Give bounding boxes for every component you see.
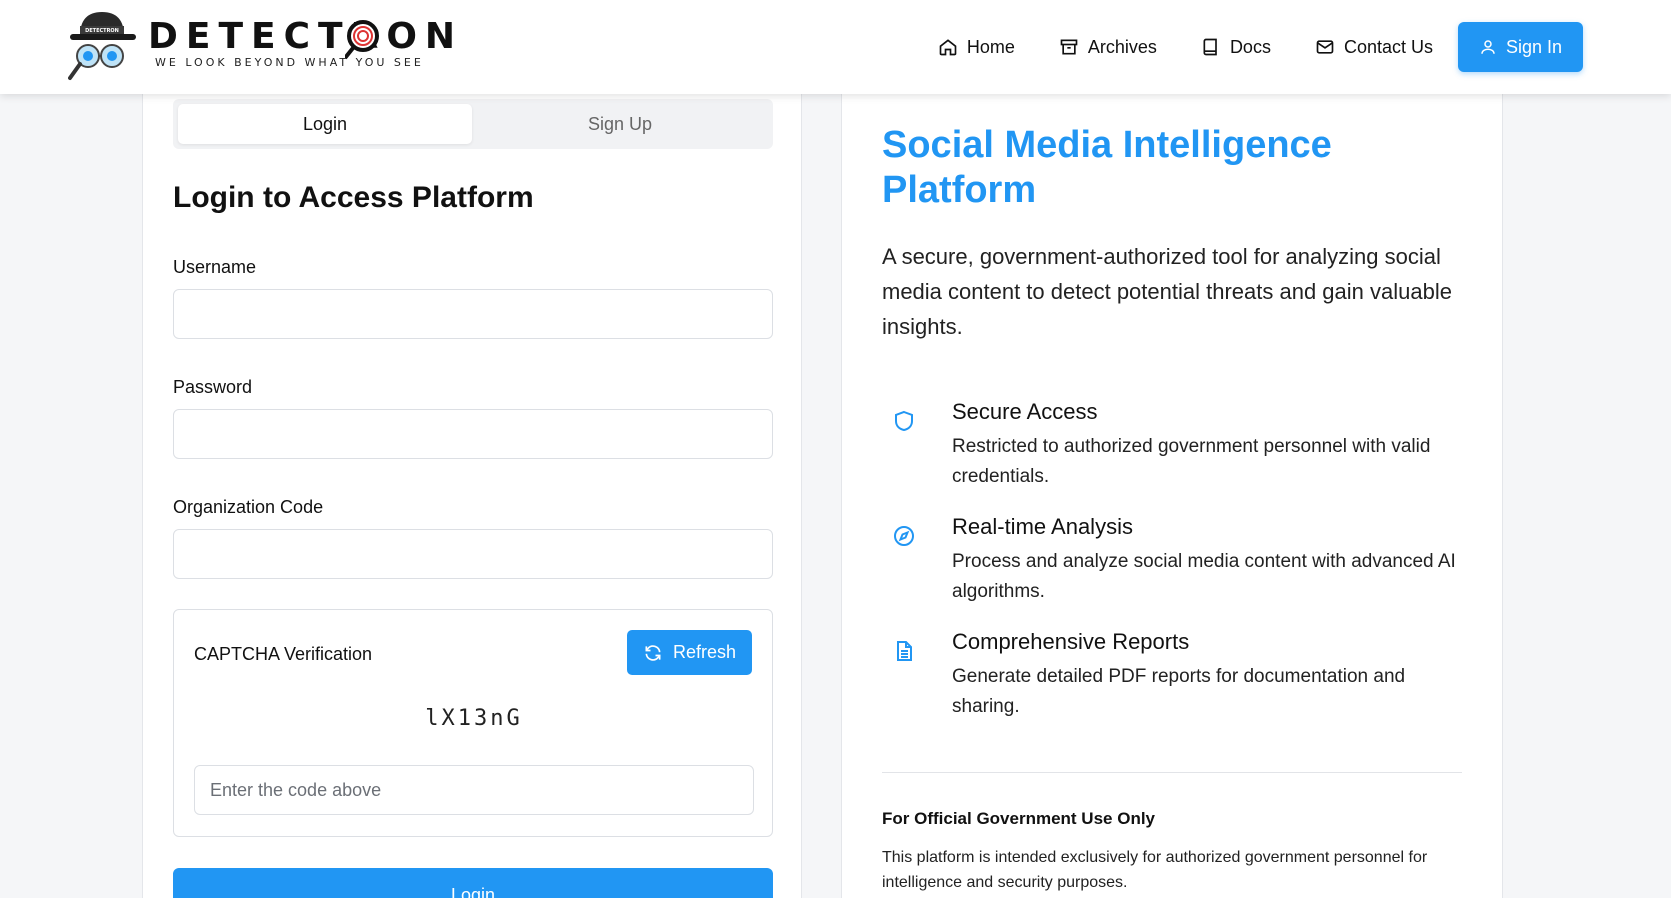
platform-description: A secure, government-authorized tool for… — [882, 244, 1452, 339]
organization-code-label: Organization Code — [173, 497, 324, 517]
password-input[interactable] — [173, 409, 773, 459]
compass-icon — [894, 526, 914, 546]
refresh-label: Refresh — [672, 642, 737, 662]
official-use-description: This platform is intended exclusively fo… — [882, 849, 1428, 891]
info-card: Social Media Intelligence Platform A sec… — [841, 80, 1503, 898]
nav-archives[interactable]: Archives — [1059, 37, 1157, 58]
nav-home-label: Home — [966, 36, 1015, 57]
official-use-title: For Official Government Use Only — [882, 809, 1156, 828]
captcha-code: lX13nG — [425, 706, 523, 731]
top-header: DETECTRON DETECTRON WE LOOK BEYOND WHAT … — [0, 0, 1671, 94]
feature-title: Secure Access — [952, 399, 1098, 424]
tab-login[interactable]: Login — [178, 104, 472, 144]
sign-in-button[interactable]: Sign In — [1458, 22, 1583, 72]
hat-band-text: DETECTRON — [85, 28, 119, 34]
nav-docs[interactable]: Docs — [1201, 37, 1271, 58]
mail-icon — [1316, 40, 1334, 54]
feature-description: Generate detailed PDF reports for docume… — [952, 666, 1406, 717]
feature-description: Process and analyze social media content… — [952, 551, 1456, 602]
tab-sign-up[interactable]: Sign Up — [473, 104, 767, 144]
captcha-refresh-button[interactable]: Refresh — [627, 630, 752, 675]
feature-description: Restricted to authorized government pers… — [952, 436, 1431, 487]
login-card: Login Sign Up Login to Access Platform U… — [142, 80, 802, 898]
login-submit-button[interactable]: Login — [173, 868, 773, 898]
password-label: Password — [173, 377, 253, 397]
user-icon — [1481, 40, 1495, 54]
brand-tagline: WE LOOK BEYOND WHAT YOU SEE — [155, 56, 424, 69]
auth-tabs: Login Sign Up — [173, 99, 773, 149]
book-icon — [1203, 38, 1217, 56]
section-divider — [882, 772, 1462, 773]
platform-title: Social Media Intelligence Platform — [882, 124, 1332, 211]
archive-icon — [1060, 39, 1078, 55]
sign-in-label: Sign In — [1505, 36, 1563, 57]
nav-archives-label: Archives — [1087, 36, 1157, 57]
nav-docs-label: Docs — [1229, 36, 1271, 57]
shield-icon — [895, 410, 913, 432]
detectron-logo[interactable]: DETECTRON DETECTRON WE LOOK BEYOND WHAT … — [68, 6, 455, 86]
document-icon — [897, 641, 912, 661]
magnifier-fingerprint-icon — [345, 20, 379, 60]
username-label: Username — [173, 257, 257, 277]
captcha-label: CAPTCHA Verification — [194, 644, 373, 664]
nav-contact-label: Contact Us — [1343, 36, 1433, 57]
captcha-box: CAPTCHA Verification Refresh lX13nG — [173, 609, 773, 837]
form-title: Login to Access Platform — [173, 181, 534, 214]
feature-title: Comprehensive Reports — [952, 629, 1190, 654]
username-input[interactable] — [173, 289, 773, 339]
captcha-input[interactable] — [194, 765, 754, 815]
brand-name: DETECTRON — [148, 16, 464, 57]
detective-mascot-icon: DETECTRON — [68, 12, 136, 80]
nav-home[interactable]: Home — [938, 37, 1015, 58]
home-icon — [939, 39, 957, 56]
main-nav: Home Archives Docs Contact Us Sign In — [894, 0, 1671, 94]
nav-contact[interactable]: Contact Us — [1315, 37, 1433, 58]
organization-code-input[interactable] — [173, 529, 773, 579]
feature-title: Real-time Analysis — [952, 514, 1133, 539]
refresh-icon — [645, 644, 661, 661]
